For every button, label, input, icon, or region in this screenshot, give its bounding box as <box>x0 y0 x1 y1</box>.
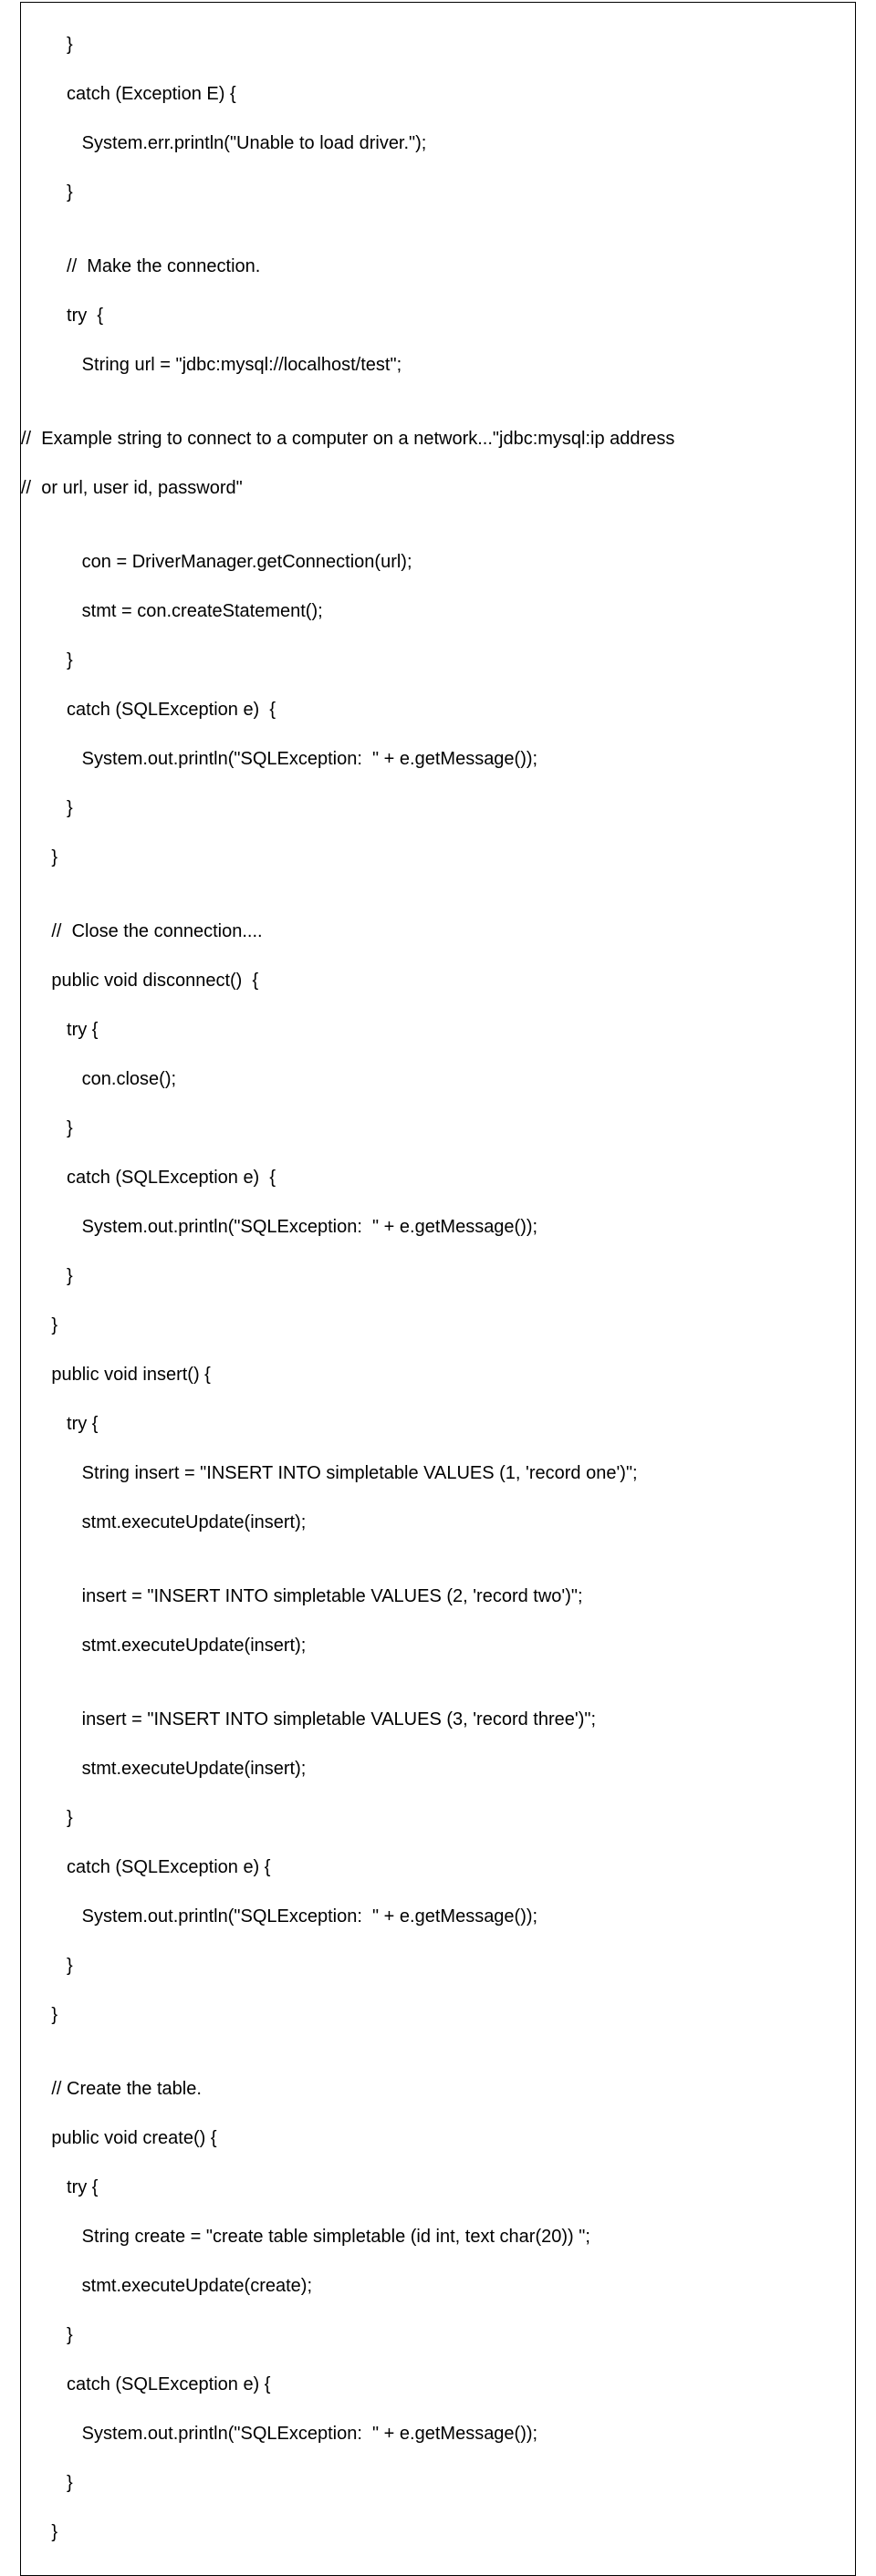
code-line: try { <box>21 2176 855 2200</box>
code-line: } <box>21 1117 855 1141</box>
code-line: stmt = con.createStatement(); <box>21 599 855 624</box>
code-line: } <box>21 2003 855 2028</box>
code-line: public void create() { <box>21 2126 855 2151</box>
code-line: } <box>21 846 855 870</box>
code-line: insert = "INSERT INTO simpletable VALUES… <box>21 1584 855 1609</box>
code-line: } <box>21 796 855 821</box>
code-line: } <box>21 1806 855 1831</box>
code-line: catch (SQLException e) { <box>21 698 855 722</box>
code-line: // Example string to connect to a comput… <box>21 427 855 452</box>
code-line: // Make the connection. <box>21 254 855 279</box>
code-line: } <box>21 2323 855 2348</box>
code-line: } <box>21 649 855 673</box>
code-line: catch (SQLException e) { <box>21 1855 855 1880</box>
code-line: stmt.executeUpdate(insert); <box>21 1757 855 1781</box>
code-line: System.out.println("SQLException: " + e.… <box>21 747 855 772</box>
code-line: } <box>21 1264 855 1289</box>
code-line: } <box>21 33 855 57</box>
code-line: stmt.executeUpdate(insert); <box>21 1634 855 1658</box>
code-line: con.close(); <box>21 1067 855 1092</box>
code-line: System.out.println("SQLException: " + e.… <box>21 2422 855 2446</box>
code-line: public void disconnect() { <box>21 969 855 993</box>
code-line: String insert = "INSERT INTO simpletable… <box>21 1461 855 1486</box>
code-line: catch (SQLException e) { <box>21 2373 855 2397</box>
code-line: } <box>21 1314 855 1338</box>
code-line: // Close the connection.... <box>21 919 855 944</box>
code-listing: } catch (Exception E) { System.err.print… <box>20 2 856 2576</box>
code-line: // Create the table. <box>21 2077 855 2102</box>
code-line: try { <box>21 1412 855 1437</box>
code-line: String url = "jdbc:mysql://localhost/tes… <box>21 353 855 378</box>
code-line: System.err.println("Unable to load drive… <box>21 131 855 156</box>
code-line: } <box>21 2471 855 2496</box>
code-line: stmt.executeUpdate(create); <box>21 2274 855 2299</box>
code-line: public void insert() { <box>21 1363 855 1387</box>
code-line: } <box>21 181 855 205</box>
code-line: con = DriverManager.getConnection(url); <box>21 550 855 575</box>
code-line: try { <box>21 304 855 328</box>
code-line: // or url, user id, password" <box>21 476 855 501</box>
code-line: try { <box>21 1018 855 1043</box>
code-line: System.out.println("SQLException: " + e.… <box>21 1905 855 1929</box>
code-line: String create = "create table simpletabl… <box>21 2225 855 2249</box>
code-line: } <box>21 2520 855 2545</box>
code-line: catch (SQLException e) { <box>21 1166 855 1190</box>
code-line: catch (Exception E) { <box>21 82 855 107</box>
code-line: } <box>21 1954 855 1979</box>
code-line: insert = "INSERT INTO simpletable VALUES… <box>21 1708 855 1732</box>
code-line: stmt.executeUpdate(insert); <box>21 1511 855 1535</box>
code-line: System.out.println("SQLException: " + e.… <box>21 1215 855 1240</box>
